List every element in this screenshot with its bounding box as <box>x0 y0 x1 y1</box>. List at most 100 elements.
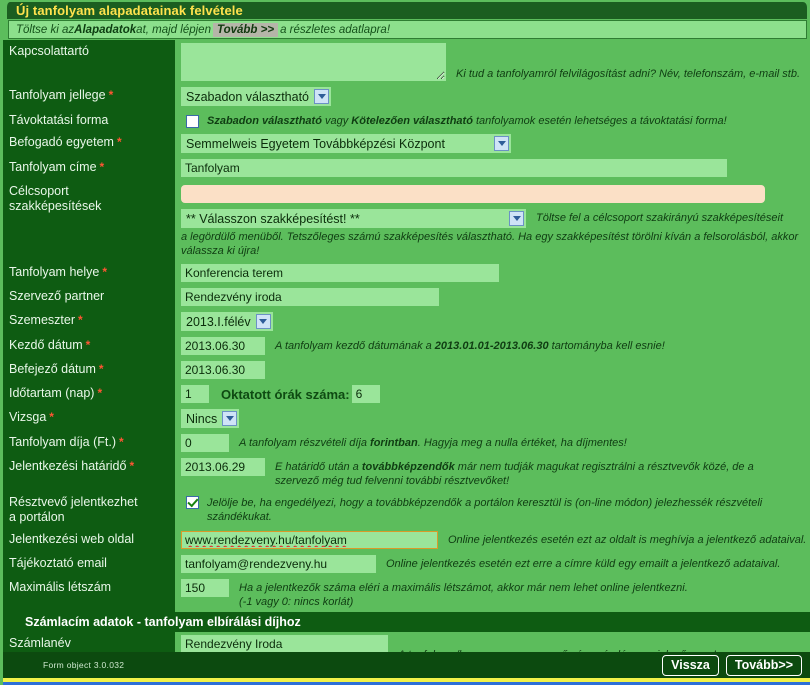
label-fee: Tanfolyam díja (Ft.) * <box>3 431 175 455</box>
row-target-group: Célcsoport szakképesítések ** Válasszon … <box>3 180 810 261</box>
semester-value: 2013.I.félév <box>186 314 251 329</box>
label-contact-text: Kapcsolattartó <box>9 44 89 58</box>
label-target-group: Célcsoport szakképesítések <box>3 180 175 261</box>
contact-hint: Ki tud a tanfolyamról felvilágosítást ad… <box>456 68 801 80</box>
taught-hours-input[interactable] <box>351 385 380 403</box>
portal-signup-checkbox[interactable] <box>186 496 199 509</box>
row-max-headcount: Maximális létszám Ha a jelentkezők száma… <box>3 576 810 612</box>
end-date-input[interactable] <box>181 361 265 379</box>
label-portal-signup-line2: a portálon <box>9 510 65 524</box>
host-university-select[interactable]: Semmelweis Egyetem Továbbképzési Központ <box>181 134 511 153</box>
label-end-date: Befejező dátum * <box>3 358 175 382</box>
exam-select[interactable]: Nincs <box>181 409 240 428</box>
next-button[interactable]: Tovább>> <box>725 654 802 676</box>
instruction-part3: a részletes adatlapra! <box>280 23 391 36</box>
label-exam-text: Vizsga <box>9 410 47 424</box>
label-start-date-text: Kezdő dátum <box>9 338 83 352</box>
instruction-part1: Töltse ki az <box>16 23 75 36</box>
field-contact: Ki tud a tanfolyamról felvilágosítást ad… <box>175 40 810 84</box>
label-duration-text: Időtartam (nap) <box>9 386 95 400</box>
chevron-down-icon[interactable] <box>255 314 271 329</box>
field-distance-form: Szabadon választható vagy Kötelezően vál… <box>175 109 810 131</box>
footer-buttons: Vissza Tovább>> <box>662 654 802 676</box>
row-duration: Időtartam (nap)* Oktatott órák száma: <box>3 382 810 406</box>
required-star: * <box>129 459 135 473</box>
field-fee: A tanfolyam részvételi díja forintban. H… <box>175 431 810 455</box>
info-email-input[interactable] <box>181 555 376 573</box>
form-footer: Form object 3.0.032 Vissza Tovább>> <box>3 652 810 678</box>
version-label: Form object 3.0.032 <box>43 660 125 670</box>
label-course-type-text: Tanfolyam jellege <box>9 88 106 102</box>
exam-value: Nincs <box>186 411 218 426</box>
row-host-university: Befogadó egyetem * Semmelweis Egyetem Tov… <box>3 131 810 156</box>
row-organizer-partner: Szervező partner <box>3 285 810 309</box>
field-venue <box>175 261 810 285</box>
label-semester: Szemeszter * <box>3 309 175 334</box>
course-type-select[interactable]: Szabadon választható <box>181 87 332 106</box>
field-portal-signup: Jelölje be, ha engedélyezi, hogy a továb… <box>175 491 810 528</box>
label-deadline-text: Jelentkezési határidő <box>9 459 127 473</box>
label-signup-url-text: Jelentkezési web oldal <box>9 532 135 546</box>
field-start-date: A tanfolyam kezdő dátumának a 2013.01.01… <box>175 334 810 358</box>
chevron-down-icon[interactable] <box>509 211 524 226</box>
field-max-headcount: Ha a jelentkezők száma eléri a maximális… <box>175 576 810 612</box>
venue-input[interactable] <box>181 264 499 282</box>
duration-days-input[interactable] <box>181 385 209 403</box>
label-course-title: Tanfolyam címe * <box>3 156 175 180</box>
required-star: * <box>78 313 83 327</box>
signup-url-hint: Online jelentkezés esetén ezt az oldalt … <box>448 534 807 546</box>
required-star: * <box>99 160 105 174</box>
label-venue-text: Tanfolyam helye <box>9 265 100 279</box>
max-headcount-input[interactable] <box>181 579 229 597</box>
field-exam: Nincs <box>175 406 810 431</box>
row-portal-signup: Résztvevő jelentkezhet a portálon Jelölj… <box>3 491 810 528</box>
row-exam: Vizsga * Nincs <box>3 406 810 431</box>
label-info-email-text: Tájékoztató email <box>9 556 107 570</box>
label-organizer-partner: Szervező partner <box>3 285 175 309</box>
label-portal-signup: Résztvevő jelentkezhet a portálon <box>3 491 175 528</box>
max-headcount-hint: Ha a jelentkezők száma eléri a maximális… <box>239 579 688 609</box>
semester-select[interactable]: 2013.I.félév <box>181 312 273 331</box>
chevron-down-icon[interactable] <box>222 411 238 426</box>
target-group-select[interactable]: ** Válasszon szakképesítést! ** <box>181 209 526 228</box>
fee-input[interactable] <box>181 434 229 452</box>
field-host-university: Semmelweis Egyetem Továbbképzési Központ <box>175 131 810 156</box>
course-title-input[interactable] <box>181 159 727 177</box>
chevron-down-icon[interactable] <box>494 136 509 151</box>
field-info-email: Online jelentkezés esetén ezt erre a cím… <box>175 552 810 576</box>
chevron-down-icon[interactable] <box>314 89 330 104</box>
row-start-date: Kezdő dátum* A tanfolyam kezdő dátumának… <box>3 334 810 358</box>
label-course-title-text: Tanfolyam címe <box>9 160 97 174</box>
course-type-value: Szabadon választható <box>186 89 310 104</box>
row-distance-form: Távoktatási forma Szabadon választható v… <box>3 109 810 131</box>
target-group-list-box[interactable] <box>181 185 765 203</box>
field-signup-url: Online jelentkezés esetén ezt az oldalt … <box>175 528 810 552</box>
label-start-date: Kezdő dátum * <box>3 334 175 358</box>
start-date-input[interactable] <box>181 337 265 355</box>
row-fee: Tanfolyam díja (Ft.)* A tanfolyam részvé… <box>3 431 810 455</box>
distance-form-checkbox[interactable] <box>186 114 199 128</box>
required-star: * <box>97 386 103 400</box>
required-star: * <box>118 435 124 449</box>
required-star: * <box>102 265 107 279</box>
label-deadline: Jelentkezési határidő * <box>3 455 175 491</box>
label-semester-text: Szemeszter <box>9 313 75 327</box>
deadline-input[interactable] <box>181 458 265 476</box>
back-button[interactable]: Vissza <box>662 654 719 676</box>
label-organizer-partner-text: Szervező partner <box>9 289 105 303</box>
field-deadline: E határidő után a továbbképzendők már ne… <box>175 455 810 491</box>
field-end-date <box>175 358 810 382</box>
required-star: * <box>85 338 91 352</box>
label-contact: Kapcsolattartó <box>3 40 175 84</box>
organizer-partner-input[interactable] <box>181 288 439 306</box>
signup-url-input[interactable] <box>181 531 438 549</box>
portal-signup-hint: Jelölje be, ha engedélyezi, hogy a továb… <box>207 497 763 523</box>
instruction-bold1: Alapadatok <box>74 23 137 36</box>
required-star: * <box>116 135 122 149</box>
contact-textarea[interactable] <box>181 43 446 81</box>
label-portal-signup-line1: Résztvevő jelentkezhet <box>9 495 138 509</box>
distance-form-hint-b1: Szabadon választható <box>207 115 322 127</box>
field-semester: 2013.I.félév <box>175 309 810 334</box>
label-billing-name-text: Számlanév <box>9 636 71 650</box>
row-deadline: Jelentkezési határidő* E határidő után a… <box>3 455 810 491</box>
